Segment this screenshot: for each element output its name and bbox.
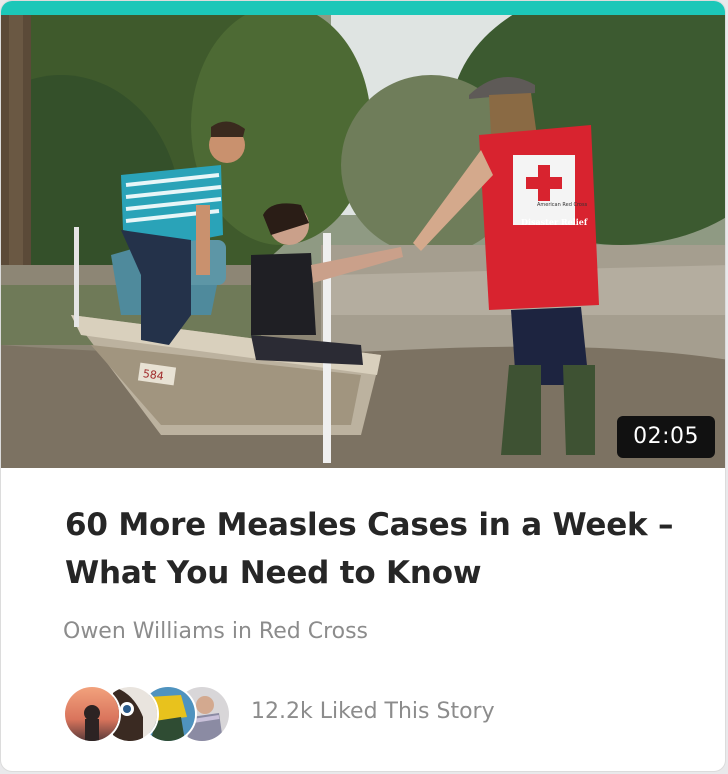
liked-by-avatars[interactable] bbox=[63, 685, 231, 743]
likes-count: 12.2k Liked This Story bbox=[251, 699, 495, 724]
story-card[interactable]: 584 American Red Cross Disaster Relief 0… bbox=[0, 0, 726, 772]
vest-label-org: American Red Cross bbox=[537, 202, 588, 208]
flood-rescue-photo: 584 American Red Cross Disaster Relief bbox=[1, 15, 725, 468]
vest-label-disaster: Disaster Relief bbox=[521, 217, 588, 227]
video-thumbnail[interactable]: 584 American Red Cross Disaster Relief 0… bbox=[1, 15, 725, 468]
accent-bar bbox=[1, 1, 725, 15]
story-byline[interactable]: Owen Williams in Red Cross bbox=[63, 619, 368, 644]
story-title[interactable]: 60 More Measles Cases in a Week – What Y… bbox=[65, 501, 685, 597]
video-duration-badge: 02:05 bbox=[617, 416, 715, 458]
avatar-sunset-icon[interactable] bbox=[63, 685, 121, 743]
